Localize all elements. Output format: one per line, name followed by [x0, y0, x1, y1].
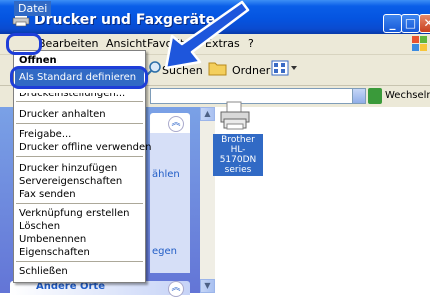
menu-item-offline[interactable]: Drucker offline verwenden — [19, 142, 151, 153]
menu-separator — [16, 203, 143, 204]
menu-separator — [16, 123, 143, 124]
task-link-fragment[interactable]: egen — [152, 246, 177, 257]
scroll-up-button[interactable]: ▲ — [200, 107, 215, 121]
menu-item-server-properties[interactable]: Servereigenschaften — [19, 176, 122, 187]
task-link-fragment[interactable]: ählen — [152, 169, 180, 180]
address-input[interactable] — [150, 88, 360, 104]
menu-datei[interactable]: Datei — [14, 1, 52, 16]
collapse-chevron-icon[interactable]: ︽ — [168, 281, 184, 297]
close-button[interactable]: ✕ — [419, 14, 430, 33]
printer-icon[interactable] — [218, 101, 252, 131]
menu-item-pause[interactable]: Drucker anhalten — [19, 109, 106, 120]
menu-separator — [16, 261, 143, 262]
menu-separator — [16, 101, 143, 102]
highlight-ring-datei — [6, 33, 42, 55]
highlight-ring-set-default — [10, 66, 148, 89]
printer-label[interactable]: Brother HL-5170DN series — [213, 134, 263, 176]
collapse-chevron-icon[interactable]: ︽ — [168, 116, 184, 132]
menu-item-open[interactable]: Öffnen — [19, 55, 57, 66]
windows-logo-icon — [412, 36, 427, 51]
views-icon[interactable] — [271, 60, 297, 76]
menu-item-create-shortcut[interactable]: Verknüpfung erstellen — [19, 208, 129, 219]
maximize-button[interactable]: □ — [401, 14, 420, 33]
scroll-down-button[interactable]: ▼ — [200, 279, 215, 293]
address-dropdown-button[interactable] — [352, 88, 366, 104]
menu-item-rename[interactable]: Umbenennen — [19, 234, 86, 245]
go-arrow-icon[interactable] — [368, 88, 382, 104]
menu-item-delete[interactable]: Löschen — [19, 221, 60, 232]
menu-separator — [16, 156, 143, 157]
menu-ansicht[interactable]: Ansicht — [106, 37, 147, 50]
minimize-button[interactable]: _ — [383, 14, 402, 33]
menu-item-properties[interactable]: Eigenschaften — [19, 247, 90, 258]
go-button-label[interactable]: Wechseln zu — [385, 90, 430, 101]
menu-item-add-printer[interactable]: Drucker hinzufügen — [19, 163, 117, 174]
menu-bearbeiten[interactable]: Bearbeiten — [38, 37, 98, 50]
menu-item-close[interactable]: Schließen — [19, 266, 68, 277]
menu-item-share[interactable]: Freigabe... — [19, 129, 71, 140]
menu-item-send-fax[interactable]: Fax senden — [19, 189, 76, 200]
pointer-arrow-icon — [164, 0, 250, 70]
